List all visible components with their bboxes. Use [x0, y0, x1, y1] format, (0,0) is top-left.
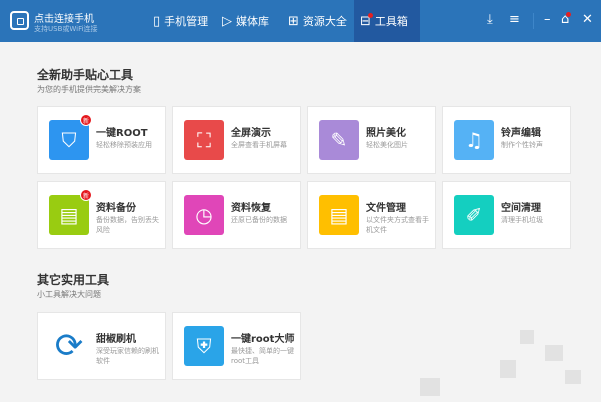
- tab-label: 媒体库: [236, 15, 269, 28]
- watermark: [520, 330, 534, 344]
- connect-phone-link[interactable]: 点击连接手机: [34, 10, 94, 25]
- minimize-icon[interactable]: –: [544, 13, 551, 26]
- watermark: [545, 345, 563, 361]
- section-subtitle: 为您的手机提供完美解决方案: [37, 85, 141, 94]
- refresh-phone-icon: ⟳: [54, 326, 84, 366]
- tool-card[interactable]: ⟳ 甜椒刷机 深受玩家信赖的刷机软件: [37, 312, 166, 380]
- tool-title: 文件管理: [366, 203, 406, 214]
- tab-toolbox[interactable]: ⊟ 工具箱: [354, 0, 420, 42]
- tool-title: 一键ROOT: [96, 128, 148, 139]
- tab-label: 工具箱: [374, 15, 408, 28]
- toolbox-icon: ⊟: [360, 12, 373, 29]
- tool-card[interactable]: ♫ 铃声编辑 制作个性铃声: [442, 106, 571, 174]
- tool-card[interactable]: ⛶ 全屏演示 全屏查看手机屏幕: [172, 106, 301, 174]
- watermark: [565, 370, 581, 384]
- play-icon: ▷: [222, 13, 232, 29]
- palette-icon: ✎: [319, 120, 359, 160]
- new-badge: 新: [80, 114, 92, 126]
- connect-hint: 支持USB或WiFi连接: [34, 25, 98, 33]
- tool-card[interactable]: ⛉ 新一键ROOT 轻松移除预装应用: [37, 106, 166, 174]
- tool-card[interactable]: ⛨ 一键root大师 最快捷、简单的一键root工具: [172, 312, 301, 380]
- tool-title: 一键root大师: [231, 334, 295, 345]
- download-icon[interactable]: ⤓: [487, 13, 493, 26]
- tool-description: 最快捷、简单的一键root工具: [231, 347, 294, 365]
- grid-icon: ⊞: [288, 13, 299, 29]
- tool-description: 全屏查看手机屏幕: [231, 141, 287, 149]
- tool-description: 还原已备份的数据: [231, 216, 287, 224]
- tool-title: 铃声编辑: [501, 128, 541, 139]
- tool-card[interactable]: ✐ 空间清理 清理手机垃圾: [442, 181, 571, 249]
- tool-title: 空间清理: [501, 203, 541, 214]
- tool-title: 照片美化: [366, 128, 406, 139]
- tool-description: 清理手机垃圾: [501, 216, 543, 224]
- new-badge: 新: [80, 189, 92, 201]
- tool-title: 全屏演示: [231, 128, 271, 139]
- title-bar: 点击连接手机 支持USB或WiFi连接 ▯ 手机管理 ▷ 媒体库 ⊞ 资源大全 ⊟ 工具…: [0, 0, 601, 42]
- tool-card[interactable]: ▤ 文件管理 以文件夹方式查看手机文件: [307, 181, 436, 249]
- tab-label: 手机管理: [164, 15, 209, 28]
- menu-icon[interactable]: ≡: [509, 13, 520, 26]
- fullscreen-icon: ⛶: [184, 120, 224, 160]
- tool-description: 深受玩家信赖的刷机软件: [96, 347, 159, 365]
- shield-lock-icon: ⛨: [184, 326, 224, 366]
- brush-icon: ✐: [454, 195, 494, 235]
- divider: [533, 13, 534, 29]
- tab-resources[interactable]: ⊞ 资源大全: [282, 0, 353, 42]
- tool-card[interactable]: ◷ 资料恢复 还原已备份的数据: [172, 181, 301, 249]
- tab-media[interactable]: ▷ 媒体库: [216, 0, 275, 42]
- shield-key-icon: ⛉: [49, 120, 89, 160]
- tool-description: 轻松移除预装应用: [96, 141, 152, 149]
- tool-card[interactable]: ▤ 新资料备份 备份数据，告别丢失风险: [37, 181, 166, 249]
- close-icon[interactable]: ✕: [582, 13, 593, 26]
- music-note-icon: ♫: [454, 120, 494, 160]
- watermark: [420, 378, 440, 396]
- section-title: 全新助手贴心工具: [37, 68, 134, 82]
- tool-description: 备份数据，告别丢失风险: [96, 216, 159, 234]
- home-icon[interactable]: ⌂: [561, 12, 572, 26]
- tool-title: 资料恢复: [231, 203, 271, 214]
- watermark: [500, 360, 516, 378]
- tool-card[interactable]: ✎ 照片美化 轻松美化图片: [307, 106, 436, 174]
- phone-icon: ▯: [153, 13, 161, 29]
- tool-title: 甜椒刷机: [96, 334, 136, 345]
- tab-label: 资源大全: [302, 15, 347, 28]
- folder-icon: ▤: [319, 195, 359, 235]
- tool-title: 资料备份: [96, 203, 136, 214]
- tool-description: 以文件夹方式查看手机文件: [366, 216, 429, 234]
- tool-description: 制作个性铃声: [501, 141, 543, 149]
- tool-description: 轻松美化图片: [366, 141, 408, 149]
- section-subtitle: 小工具解决大问题: [37, 290, 101, 299]
- drawer-icon: ▤: [49, 195, 89, 235]
- section-title: 其它实用工具: [37, 273, 110, 287]
- bag-logo-icon[interactable]: [10, 11, 29, 30]
- clock-restore-icon: ◷: [184, 195, 224, 235]
- tab-phone-manage[interactable]: ▯ 手机管理: [147, 0, 214, 42]
